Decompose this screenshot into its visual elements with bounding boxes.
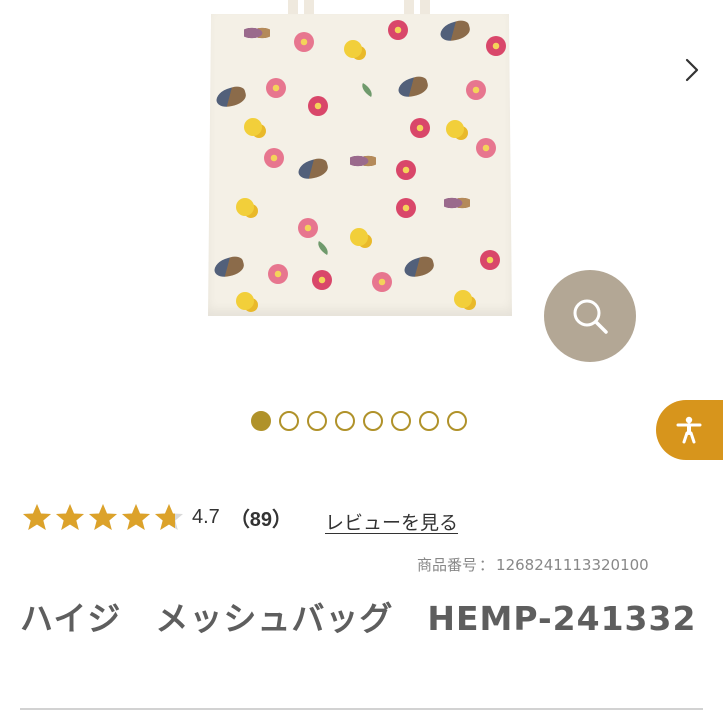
flower-motif xyxy=(388,20,408,40)
slide-dot-8[interactable] xyxy=(447,411,467,431)
chick-motif xyxy=(236,198,254,216)
bird-motif xyxy=(438,18,472,44)
slide-dot-7[interactable] xyxy=(419,411,439,431)
flower-motif xyxy=(308,96,328,116)
slide-indicator xyxy=(251,411,467,431)
flower-motif xyxy=(266,78,286,98)
star-icon xyxy=(155,504,183,530)
bird-motif xyxy=(402,254,436,280)
slide-dot-2[interactable] xyxy=(279,411,299,431)
butterfly-motif xyxy=(350,152,376,170)
view-reviews-link[interactable]: レビューを見る xyxy=(325,508,458,535)
product-code-label: 商品番号 xyxy=(417,556,478,574)
product-title: ハイジ メッシュバッグ HEMP-241332 xyxy=(20,599,697,638)
star-icon xyxy=(56,504,84,530)
accessibility-person-icon xyxy=(676,416,702,444)
search-icon xyxy=(573,299,608,334)
star-icon xyxy=(23,504,51,530)
star-icon xyxy=(122,504,150,530)
product-image[interactable] xyxy=(208,14,512,316)
flower-motif xyxy=(396,160,416,180)
flower-motif xyxy=(264,148,284,168)
flower-motif xyxy=(294,32,314,52)
star-icon xyxy=(89,504,117,530)
slide-dot-4[interactable] xyxy=(335,411,355,431)
flower-motif xyxy=(466,80,486,100)
product-code-value: 1268241113320100 xyxy=(496,556,649,574)
chick-motif xyxy=(236,292,254,310)
bird-motif xyxy=(212,254,246,280)
accessibility-button[interactable] xyxy=(656,400,723,460)
flower-motif xyxy=(480,250,500,270)
product-code: 商品番号： 1268241113320100 xyxy=(417,554,649,575)
chick-motif xyxy=(244,118,262,136)
flower-motif xyxy=(476,138,496,158)
rating-value: 4.7 xyxy=(192,505,220,528)
divider xyxy=(20,708,703,710)
slide-dot-1[interactable] xyxy=(251,411,271,431)
flower-motif xyxy=(396,198,416,218)
product-rating: 4.7 （89） xyxy=(22,502,292,532)
leaf-motif xyxy=(358,83,376,97)
zoom-button[interactable] xyxy=(544,270,636,362)
rating-stars xyxy=(22,503,184,531)
chick-motif xyxy=(454,290,472,308)
slide-dot-5[interactable] xyxy=(363,411,383,431)
chick-motif xyxy=(350,228,368,246)
butterfly-motif xyxy=(444,194,470,212)
leaf-motif xyxy=(314,241,332,255)
flower-motif xyxy=(372,272,392,292)
chick-motif xyxy=(344,40,362,58)
flower-motif xyxy=(410,118,430,138)
bird-motif xyxy=(296,156,330,182)
chevron-right-icon xyxy=(685,58,699,82)
review-count: （89） xyxy=(229,508,293,531)
flower-motif xyxy=(268,264,288,284)
bird-motif xyxy=(214,84,248,110)
product-image-gallery[interactable] xyxy=(0,0,723,400)
next-image-button[interactable] xyxy=(680,56,704,84)
flower-motif xyxy=(486,36,506,56)
chick-motif xyxy=(446,120,464,138)
bird-motif xyxy=(396,74,430,100)
slide-dot-6[interactable] xyxy=(391,411,411,431)
flower-motif xyxy=(312,270,332,290)
product-code-separator: ： xyxy=(479,556,495,574)
flower-motif xyxy=(298,218,318,238)
butterfly-motif xyxy=(244,24,270,42)
slide-dot-3[interactable] xyxy=(307,411,327,431)
